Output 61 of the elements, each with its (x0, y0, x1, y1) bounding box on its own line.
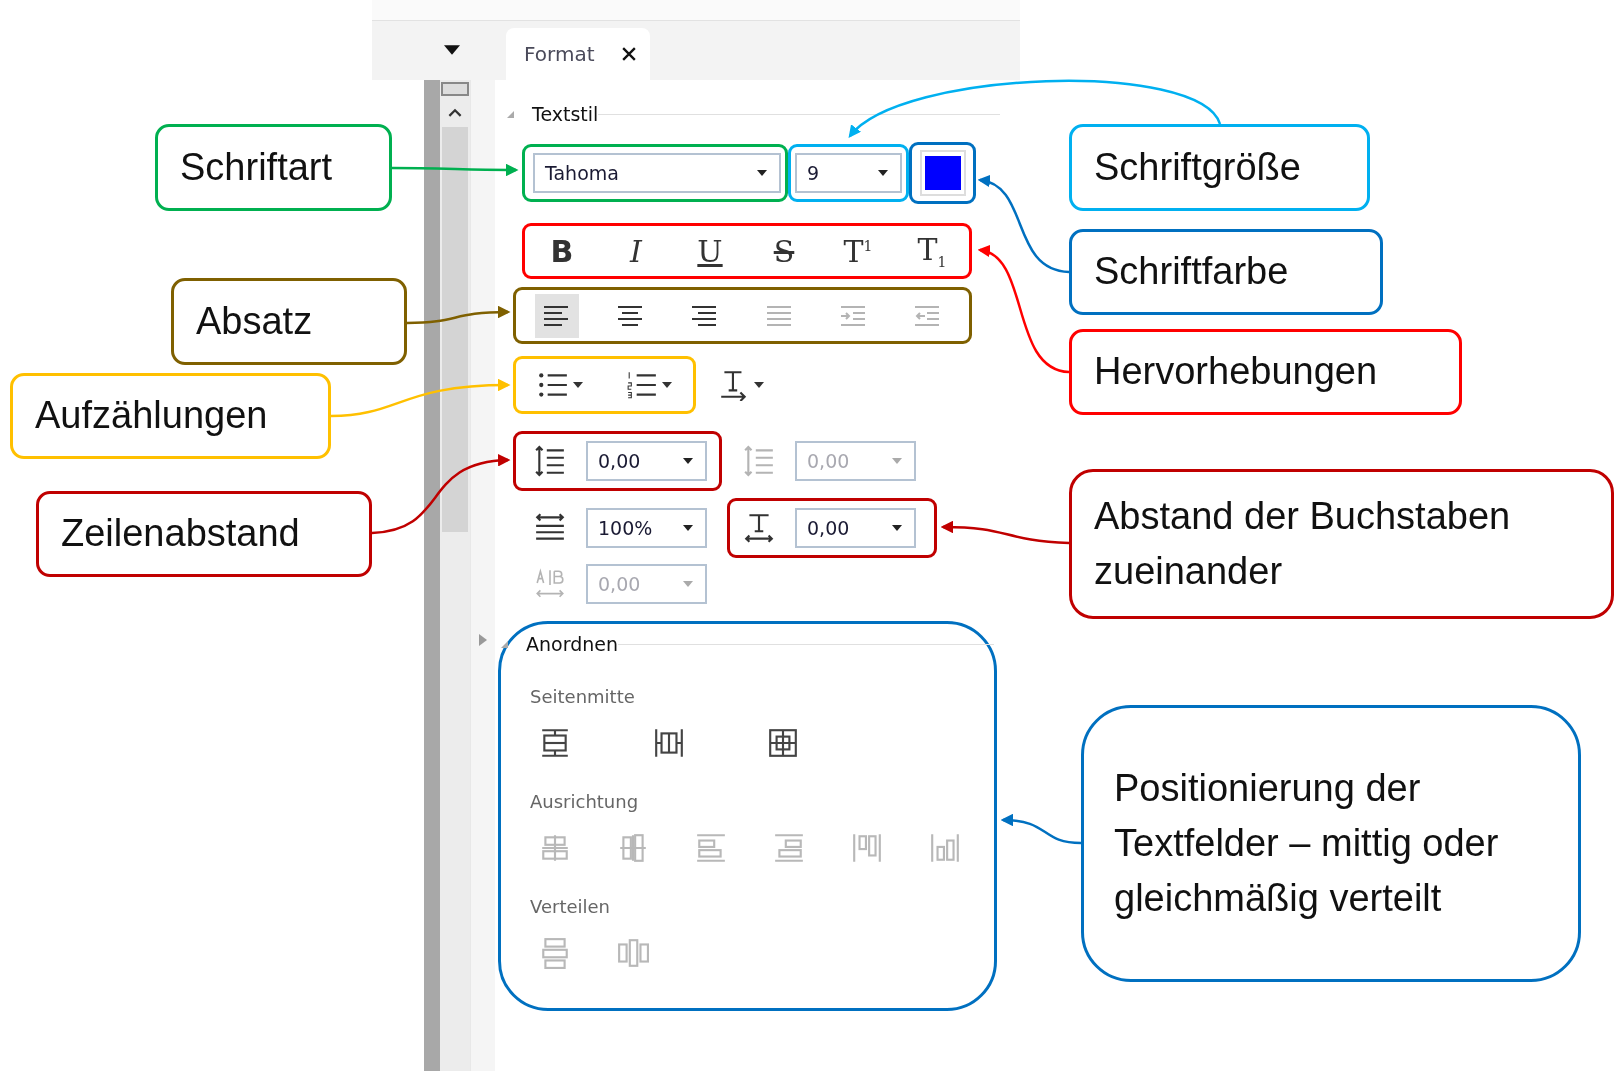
align-objects-icon (851, 832, 883, 864)
dropdown-caret-icon (573, 382, 584, 388)
bold-button[interactable]: B (540, 229, 584, 273)
dropdown-caret-icon (754, 382, 764, 388)
dropdown-caret-icon (878, 170, 888, 176)
dropdown-caret-icon (661, 382, 672, 388)
callout-label: Schriftgröße (1069, 124, 1370, 211)
callout-label: Positionierung der Textfelder – mittig oder gleichmäßig verteilt (1081, 705, 1581, 982)
dropdown-caret-icon[interactable] (444, 45, 460, 55)
strikethrough-button[interactable]: S (762, 229, 806, 273)
align-objects-icon (695, 832, 727, 864)
expand-triangle-icon[interactable] (479, 633, 487, 647)
dropdown-field[interactable]: 100% (586, 508, 707, 548)
callout-label: Hervorhebungen (1069, 329, 1462, 415)
center-objects-icon (767, 727, 799, 759)
dropdown-caret-icon (892, 458, 902, 464)
callout-label: Schriftart (155, 124, 392, 211)
scroll-thumb[interactable] (442, 127, 468, 532)
superscript-button[interactable]: T$^{1}$ (836, 229, 880, 273)
line-spacing-icon (534, 445, 566, 477)
close-icon[interactable] (622, 47, 637, 61)
group-label: Ausrichtung (530, 791, 640, 812)
section-title: Anordnen (526, 633, 618, 655)
align-objects-icon (773, 832, 805, 864)
group-label: Verteilen (530, 896, 611, 917)
callout-label: Zeilenabstand (36, 491, 372, 577)
align-objects-icon (617, 832, 649, 864)
group-label: Seitenmitte (530, 686, 636, 707)
dropdown-caret-icon (892, 525, 902, 531)
callout-label: Schriftfarbe (1069, 229, 1383, 315)
dropdown-caret-icon (683, 581, 693, 587)
font-color-button[interactable] (919, 150, 966, 196)
italic-button[interactable]: I (614, 229, 658, 273)
align-objects-icon (539, 832, 571, 864)
callout-label: Absatz (171, 278, 407, 365)
format-tab[interactable]: Format (506, 28, 651, 80)
align-objects-icon (929, 832, 961, 864)
section-title: Textstil (532, 103, 599, 125)
subscript-button[interactable]: T$_{1}$ (910, 229, 954, 273)
distribute-icon (617, 937, 649, 969)
center-objects-icon (539, 727, 571, 759)
numbered-list-icon (625, 369, 658, 401)
dropdown-field[interactable]: 0,00 (795, 508, 916, 548)
dropdown-field[interactable]: 0,00 (586, 441, 707, 481)
dropdown-caret-icon (683, 525, 693, 531)
align-left-button[interactable] (535, 293, 580, 338)
dropdown-caret-icon (757, 170, 767, 176)
font-size-dropdown[interactable]: 9 (795, 153, 902, 193)
collapse-triangle-icon[interactable] (501, 640, 508, 648)
character-spacing-icon (743, 512, 775, 544)
dropdown-caret-icon (683, 458, 693, 464)
font-dropdown[interactable]: Tahoma (533, 153, 781, 193)
distribute-icon (539, 937, 571, 969)
callout-label: Abstand der Buchstaben zueinander (1069, 469, 1614, 619)
chevron-up-icon[interactable] (448, 108, 462, 117)
collapse-triangle-icon[interactable] (507, 110, 514, 118)
line-spacing-icon (743, 445, 775, 477)
callout-label: Aufzählungen (10, 373, 331, 459)
center-objects-icon (653, 727, 685, 759)
kerning-icon (534, 568, 566, 600)
underline-button[interactable]: U (688, 229, 732, 273)
